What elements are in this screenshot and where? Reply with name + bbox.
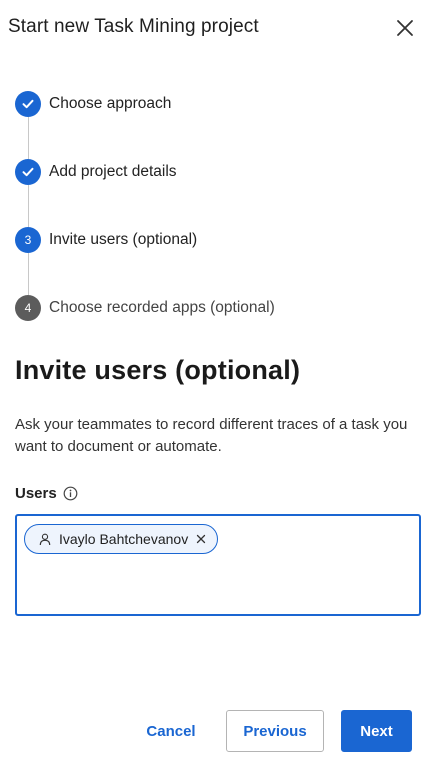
previous-button[interactable]: Previous (226, 710, 324, 752)
step-connector (27, 185, 29, 227)
step-choose-recorded-apps: 4 Choose recorded apps (optional) (15, 295, 415, 321)
step-3-number: 3 (15, 227, 41, 253)
users-field-label-row: Users (15, 485, 78, 502)
step-invite-users: 3 Invite users (optional) (15, 227, 415, 253)
check-icon (22, 99, 34, 109)
step-connector (27, 253, 29, 295)
users-field-label: Users (15, 485, 57, 502)
user-icon (39, 533, 51, 546)
dialog-footer: Cancel Previous Next (131, 710, 412, 752)
step-2-complete-indicator (15, 159, 41, 185)
stepper: Choose approach Add project details 3 In… (15, 91, 415, 321)
step-add-project-details: Add project details (15, 159, 415, 185)
step-connector (27, 117, 29, 159)
step-4-number: 4 (15, 295, 41, 321)
user-chip-name: Ivaylo Bahtchevanov (59, 531, 189, 547)
cancel-button[interactable]: Cancel (131, 710, 211, 752)
dialog-title: Start new Task Mining project (8, 16, 259, 37)
section-description: Ask your teammates to record different t… (15, 416, 408, 455)
step-label: Add project details (49, 163, 177, 180)
users-input[interactable]: Ivaylo Bahtchevanov (15, 514, 421, 616)
close-icon (397, 20, 413, 36)
remove-user-button[interactable] (196, 534, 206, 544)
user-chip[interactable]: Ivaylo Bahtchevanov (24, 524, 219, 554)
check-icon (22, 167, 34, 177)
step-label: Invite users (optional) (49, 231, 198, 248)
close-button[interactable] (393, 16, 417, 40)
close-icon (197, 534, 206, 544)
section-heading: Invite users (optional) (15, 355, 301, 385)
step-choose-approach: Choose approach (15, 91, 415, 117)
next-button[interactable]: Next (341, 710, 412, 752)
step-label: Choose approach (49, 95, 172, 112)
info-icon[interactable] (63, 486, 78, 501)
step-label: Choose recorded apps (optional) (49, 299, 275, 316)
step-1-complete-indicator (15, 91, 41, 117)
